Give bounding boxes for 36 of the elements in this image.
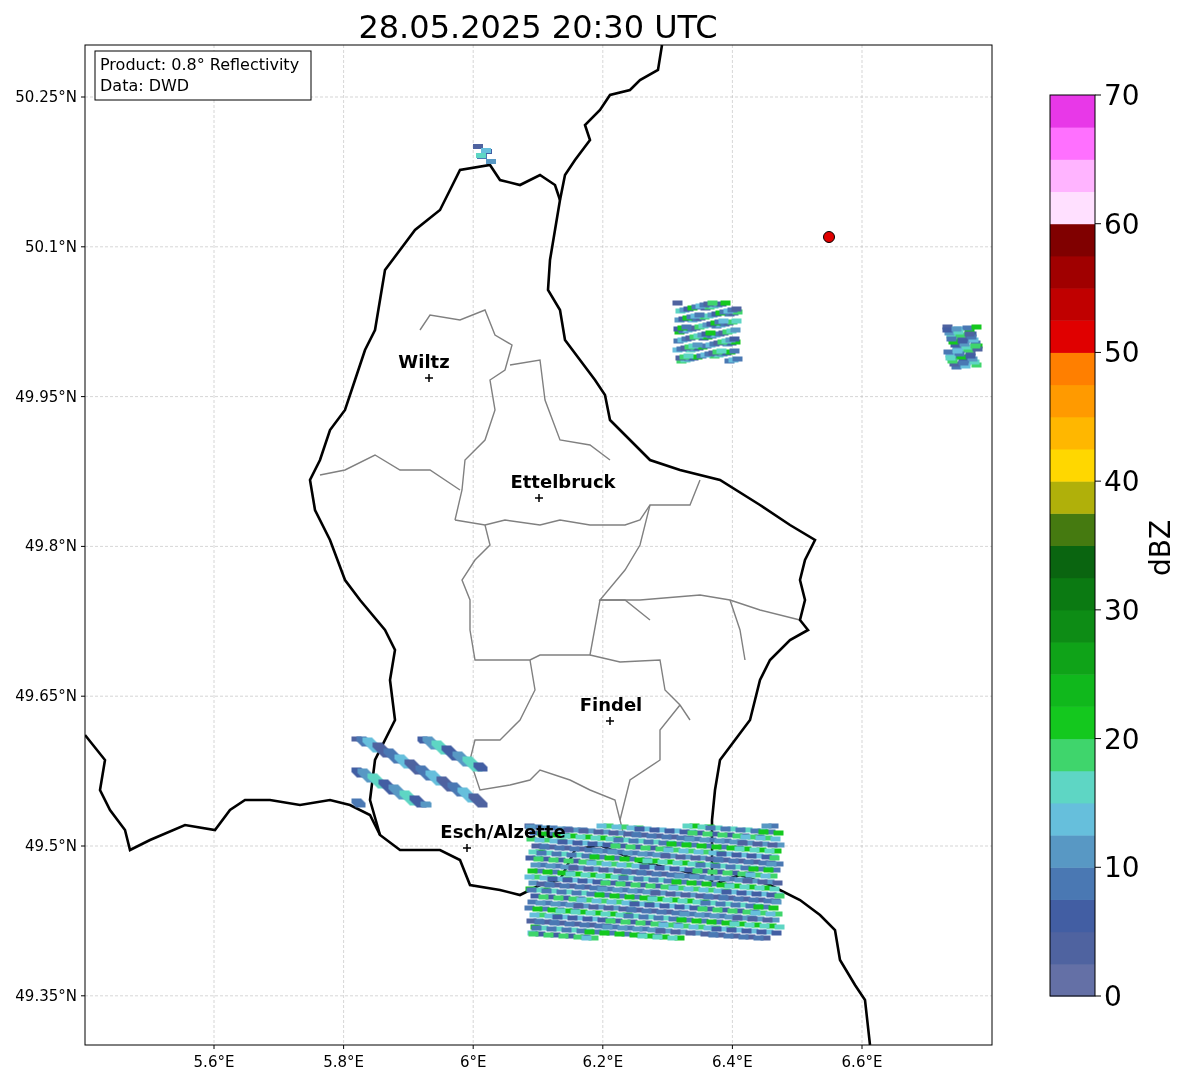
city-marker-icon xyxy=(605,716,615,726)
x-tick-label: 6.6°E xyxy=(841,1053,883,1071)
y-tick-label: 50.25°N xyxy=(15,88,77,106)
y-tick-label: 49.8°N xyxy=(24,537,77,556)
scale-label: dBZ xyxy=(1144,519,1177,577)
chart-title: 28.05.2025 20:30 UTC xyxy=(358,8,718,46)
city-label: Findel xyxy=(579,694,643,715)
info-text: Product: 0.8° Reflectivity xyxy=(100,55,300,74)
y-tick-label: 49.65°N xyxy=(15,687,77,706)
scale-tick-label: 50 xyxy=(1104,336,1140,370)
x-tick-label: 6.2°E xyxy=(582,1053,624,1071)
city-marker-icon xyxy=(462,843,472,853)
x-tick-label: 6.4°E xyxy=(712,1053,753,1071)
location-marker xyxy=(823,231,835,243)
scale-tick-label: 0 xyxy=(1104,980,1122,1013)
y-tick-label: 49.95°N xyxy=(15,387,77,406)
scale-tick-label: 10 xyxy=(1104,851,1140,885)
y-tick-label: 50.1°N xyxy=(24,237,77,256)
city-label: Wiltz xyxy=(398,351,450,372)
city-marker-icon xyxy=(424,373,434,383)
radar-echo xyxy=(672,300,743,364)
scale-tick-label: 40 xyxy=(1104,465,1140,499)
scale-tick-label: 20 xyxy=(1104,722,1140,756)
scale-tick-label: 70 xyxy=(1104,79,1140,112)
x-tick-label: 5.8°E xyxy=(323,1053,364,1071)
radar-echo xyxy=(473,144,496,164)
y-tick-label: 49.35°N xyxy=(15,986,77,1005)
x-tick-label: 6°E xyxy=(459,1053,487,1071)
x-tick-label: 5.6°E xyxy=(193,1053,235,1071)
scale-tick-label: 60 xyxy=(1104,207,1140,241)
city-marker-icon xyxy=(534,493,544,503)
city-label: Ettelbruck xyxy=(510,471,616,492)
y-tick-label: 49.5°N xyxy=(24,837,77,855)
scale-tick-label: 30 xyxy=(1104,593,1140,627)
radar-echo xyxy=(942,324,983,370)
info-text: Data: DWD xyxy=(100,76,190,95)
